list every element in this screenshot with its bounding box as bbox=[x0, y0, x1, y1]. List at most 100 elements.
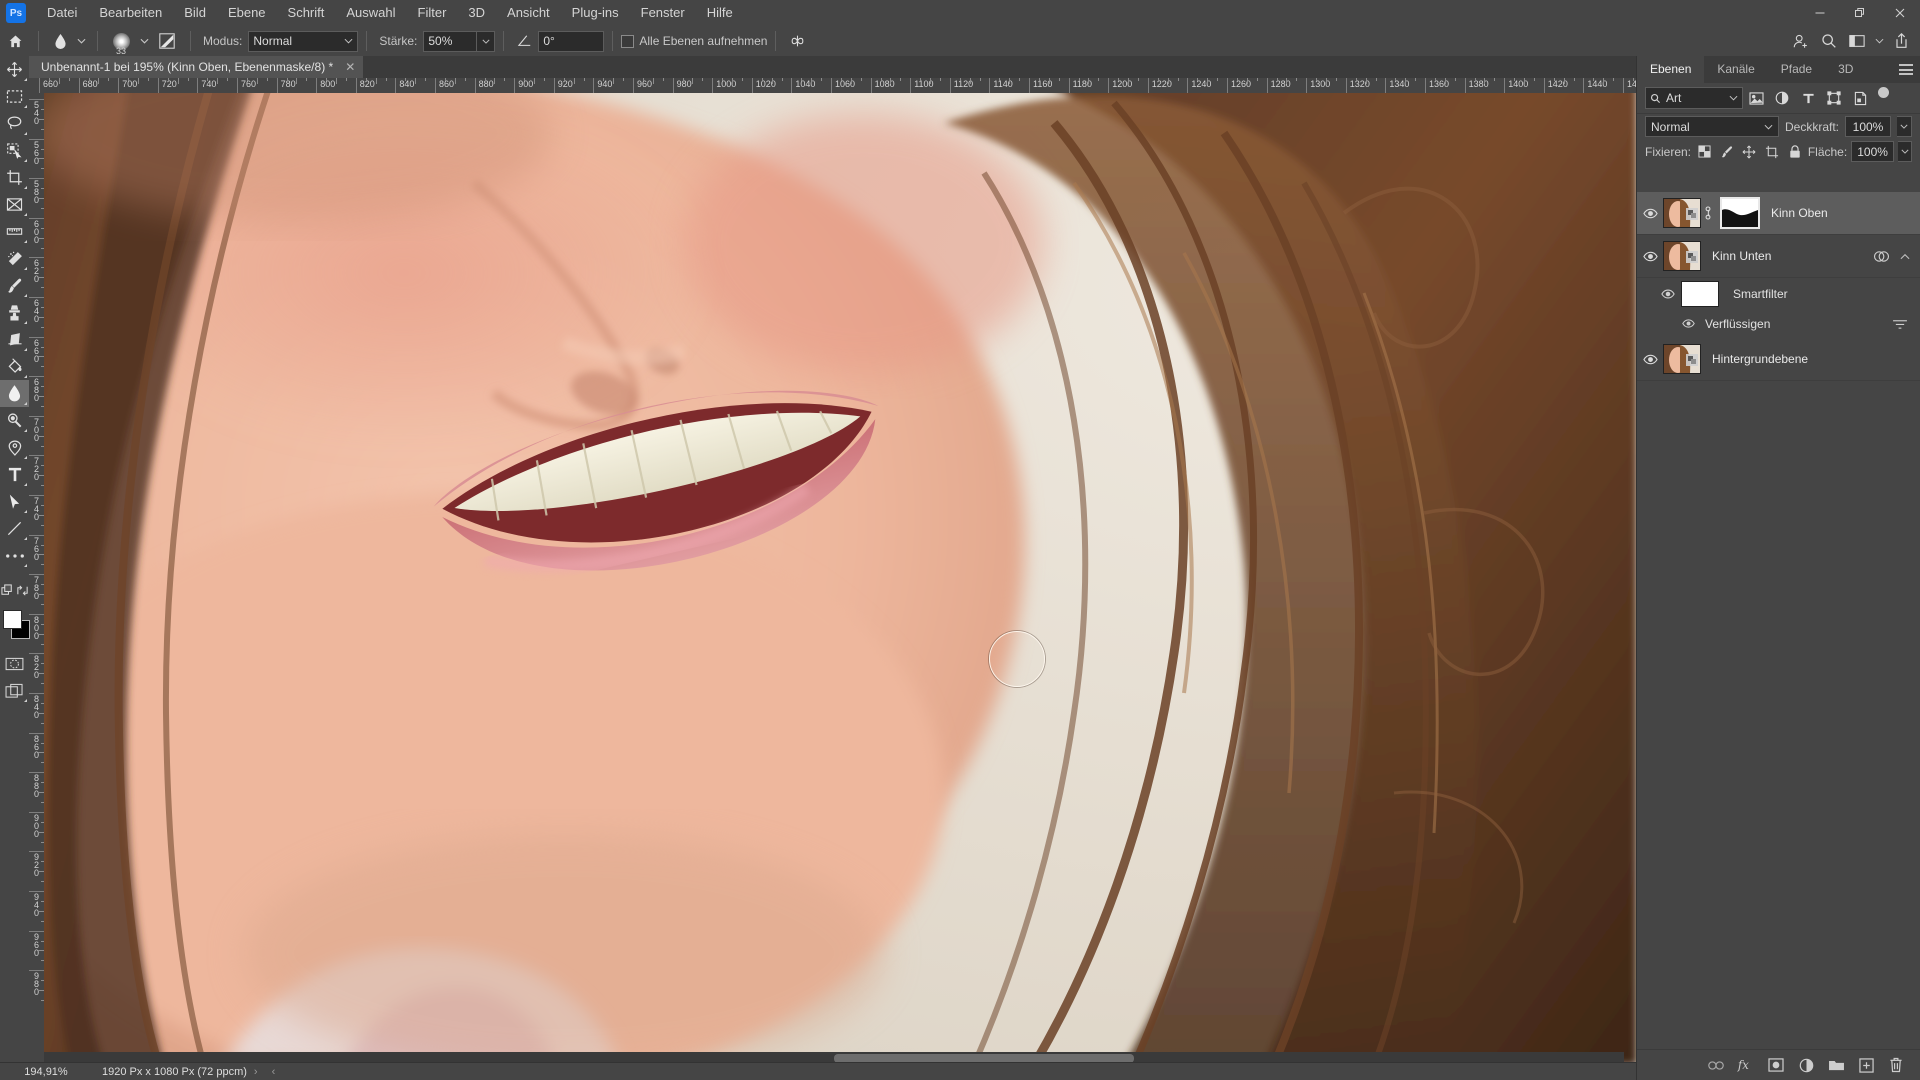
share-user-icon[interactable] bbox=[1788, 29, 1814, 53]
workspace-chevron-icon[interactable] bbox=[1872, 29, 1886, 53]
smart-filter-mask-thumbnail[interactable] bbox=[1681, 280, 1719, 307]
smart-filter-label[interactable]: Smartfilter bbox=[1733, 287, 1788, 301]
pressure-tablet-icon[interactable] bbox=[152, 29, 182, 53]
lock-artboard-nesting-icon[interactable] bbox=[1763, 142, 1782, 162]
document-tab[interactable]: Unbenannt-1 bei 195% (Kinn Oben, Ebenenm… bbox=[29, 56, 364, 78]
lock-image-pixels-icon[interactable] bbox=[1718, 142, 1737, 162]
spot-healing-brush-tool[interactable] bbox=[0, 245, 29, 272]
close-icon[interactable]: ✕ bbox=[345, 60, 355, 74]
sample-all-layers-checkbox[interactable]: Alle Ebenen aufnehmen bbox=[621, 34, 767, 48]
opacity-stepper[interactable] bbox=[1897, 116, 1912, 137]
brush-preset-picker[interactable]: 33 bbox=[106, 28, 136, 56]
zoom-level[interactable]: 194,91% bbox=[0, 1066, 92, 1078]
crop-tool[interactable] bbox=[0, 164, 29, 191]
search-icon[interactable] bbox=[1816, 29, 1842, 53]
menu-hilfe[interactable]: Hilfe bbox=[696, 0, 744, 26]
menu-schrift[interactable]: Schrift bbox=[277, 0, 336, 26]
expand-chevron-icon[interactable] bbox=[1900, 253, 1910, 260]
menu-3d[interactable]: 3D bbox=[457, 0, 496, 26]
filter-type-layers-icon[interactable] bbox=[1795, 87, 1821, 109]
new-adjustment-layer-button[interactable] bbox=[1792, 1052, 1820, 1078]
color-swatches[interactable] bbox=[0, 608, 30, 644]
menu-plugins[interactable]: Plug-ins bbox=[561, 0, 630, 26]
layer-style-button[interactable]: fx bbox=[1732, 1052, 1760, 1078]
dodge-tool[interactable] bbox=[0, 407, 29, 434]
edit-toolbar-icon[interactable] bbox=[0, 577, 15, 604]
layer-row-kinn-oben[interactable]: Kinn Oben bbox=[1637, 192, 1920, 235]
layer-row-hintergrundebene[interactable]: Hintergrundebene bbox=[1637, 338, 1920, 381]
layer-name[interactable]: Kinn Oben bbox=[1771, 206, 1828, 220]
angle-input[interactable]: 0° bbox=[538, 30, 605, 52]
smart-filter-icon[interactable] bbox=[1873, 250, 1890, 263]
delete-layer-button[interactable] bbox=[1882, 1052, 1910, 1078]
new-layer-button[interactable] bbox=[1852, 1052, 1880, 1078]
status-prev-arrow[interactable]: ‹ bbox=[265, 1066, 283, 1078]
blur-droplet-icon[interactable] bbox=[47, 29, 73, 53]
tab-ebenen[interactable]: Ebenen bbox=[1637, 56, 1705, 83]
filter-adjustment-layers-icon[interactable] bbox=[1769, 87, 1795, 109]
frame-tool[interactable] bbox=[0, 191, 29, 218]
link-layers-button[interactable] bbox=[1702, 1052, 1730, 1078]
layer-thumbnail[interactable] bbox=[1663, 198, 1701, 228]
move-tool[interactable] bbox=[0, 56, 29, 83]
menu-bearbeiten[interactable]: Bearbeiten bbox=[88, 0, 173, 26]
paint-bucket-icon[interactable] bbox=[0, 353, 29, 380]
filter-kind-select[interactable]: Art bbox=[1645, 87, 1743, 109]
filter-pixel-layers-icon[interactable] bbox=[1743, 87, 1769, 109]
panel-menu-icon[interactable] bbox=[1899, 64, 1913, 75]
lasso-tool[interactable] bbox=[0, 110, 29, 137]
lock-transparent-pixels-icon[interactable] bbox=[1695, 142, 1714, 162]
fill-stepper[interactable] bbox=[1898, 141, 1912, 162]
type-tool[interactable] bbox=[0, 461, 29, 488]
lock-all-icon[interactable] bbox=[1785, 142, 1804, 162]
strength-stepper[interactable] bbox=[477, 30, 496, 52]
quick-mask-icon[interactable] bbox=[0, 650, 29, 677]
more-tools[interactable] bbox=[0, 542, 29, 569]
clone-stamp-tool[interactable] bbox=[0, 299, 29, 326]
menu-fenster[interactable]: Fenster bbox=[630, 0, 696, 26]
filter-options-icon[interactable] bbox=[1892, 318, 1908, 330]
path-selection-tool[interactable] bbox=[0, 488, 29, 515]
smart-filter-mask-row[interactable]: Smartfilter bbox=[1637, 278, 1920, 309]
brush-preset-chevron-icon[interactable] bbox=[136, 29, 152, 53]
layer-thumbnail[interactable] bbox=[1663, 241, 1701, 271]
quick-selection-tool[interactable] bbox=[0, 137, 29, 164]
menu-bild[interactable]: Bild bbox=[173, 0, 217, 26]
eraser-tool[interactable] bbox=[0, 326, 29, 353]
layer-name[interactable]: Kinn Unten bbox=[1712, 249, 1771, 263]
menu-auswahl[interactable]: Auswahl bbox=[335, 0, 406, 26]
layer-name[interactable]: Hintergrundebene bbox=[1712, 352, 1808, 366]
add-layer-mask-button[interactable] bbox=[1762, 1052, 1790, 1078]
tab-3d[interactable]: 3D bbox=[1825, 56, 1866, 83]
filter-smart-object-icon[interactable] bbox=[1847, 87, 1873, 109]
swap-colors-icon[interactable] bbox=[15, 577, 29, 604]
blur-tool[interactable] bbox=[0, 380, 29, 407]
workspace-icon[interactable] bbox=[1844, 29, 1870, 53]
layer-visibility-toggle[interactable] bbox=[1637, 235, 1663, 277]
home-icon[interactable] bbox=[0, 28, 30, 54]
restore-button[interactable] bbox=[1840, 0, 1880, 26]
menu-datei[interactable]: Datei bbox=[36, 0, 88, 26]
layer-blend-mode-select[interactable]: Normal bbox=[1645, 116, 1779, 137]
tab-kanaele[interactable]: Kanäle bbox=[1704, 56, 1767, 83]
screen-mode-icon[interactable] bbox=[0, 677, 29, 704]
strength-input[interactable]: 50% bbox=[423, 30, 478, 52]
layer-visibility-toggle[interactable] bbox=[1637, 338, 1663, 380]
smart-filter-visibility-toggle[interactable] bbox=[1655, 278, 1681, 309]
new-group-button[interactable] bbox=[1822, 1052, 1850, 1078]
filter-label[interactable]: Verflüssigen bbox=[1705, 317, 1770, 331]
minimize-button[interactable] bbox=[1800, 0, 1840, 26]
share-export-icon[interactable] bbox=[1888, 29, 1914, 53]
layer-thumbnail[interactable] bbox=[1663, 344, 1701, 374]
layer-row-kinn-unten[interactable]: Kinn Unten bbox=[1637, 235, 1920, 278]
tool-preset-chevron-icon[interactable] bbox=[73, 29, 89, 53]
filter-shape-layers-icon[interactable] bbox=[1821, 87, 1847, 109]
layer-mask-thumbnail[interactable] bbox=[1720, 197, 1760, 229]
line-tool[interactable] bbox=[0, 515, 29, 542]
fill-value[interactable]: 100% bbox=[1851, 141, 1895, 162]
menu-filter[interactable]: Filter bbox=[407, 0, 458, 26]
tab-pfade[interactable]: Pfade bbox=[1768, 56, 1825, 83]
blend-mode-select[interactable]: Normal bbox=[248, 30, 359, 52]
layer-visibility-toggle[interactable] bbox=[1637, 192, 1663, 234]
foreground-color-swatch[interactable] bbox=[3, 610, 22, 629]
